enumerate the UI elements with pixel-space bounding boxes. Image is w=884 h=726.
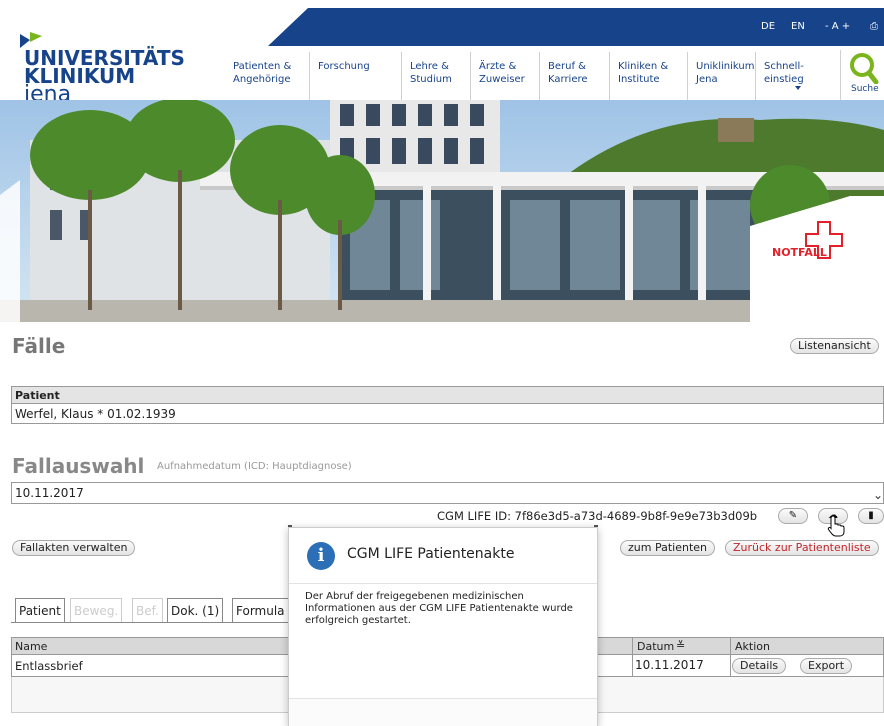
nav-label: Institute: [618, 74, 660, 85]
dialog-footer: [289, 698, 597, 726]
tab-divider: [11, 622, 291, 623]
details-button[interactable]: Details: [732, 658, 787, 674]
nav-uniklinikum[interactable]: Uniklinikum Jena: [687, 52, 755, 100]
info-icon: i: [307, 542, 335, 570]
chevron-down-icon: [795, 86, 801, 90]
notfall-badge: [750, 196, 884, 322]
search-label: Suche: [851, 84, 879, 94]
lang-de-link[interactable]: DE: [761, 21, 775, 32]
column-divider: [730, 655, 731, 676]
nav-patienten[interactable]: Patienten & Angehörige: [225, 52, 309, 100]
hand-cursor-icon: [827, 515, 845, 537]
manage-case-files-button[interactable]: Fallakten verwalten: [12, 540, 136, 556]
nav-beruf[interactable]: Beruf & Karriere: [539, 52, 609, 100]
pencil-icon: ✎: [788, 510, 798, 521]
nav-label: Lehre &: [410, 61, 449, 72]
col-name[interactable]: Name: [15, 640, 47, 653]
emergency-link[interactable]: NOTFALL: [750, 196, 884, 322]
fall-section-subtitle: Aufnahmedatum (ICD: Hauptdiagnose): [157, 461, 352, 472]
page-title: Fälle: [12, 334, 66, 358]
nav-label: Forschung: [318, 61, 370, 72]
search-icon: [850, 53, 879, 84]
dialog-message: Der Abruf der freigegebenen medizinische…: [305, 591, 573, 626]
patient-value: Werfel, Klaus * 01.02.1939: [11, 404, 884, 424]
nav-aerzte[interactable]: Ärzte & Zuweiser: [470, 52, 539, 100]
cgm-life-notification-dialog[interactable]: i CGM LIFE Patientenakte Der Abruf der f…: [288, 527, 598, 726]
tab-befunde: Bef.: [132, 598, 163, 623]
trash-icon: ▮: [868, 510, 874, 521]
tab-formulare[interactable]: Formula: [232, 598, 289, 623]
column-divider: [632, 655, 633, 676]
sort-desc-icon[interactable]: ≚: [676, 639, 685, 652]
nav-forschung[interactable]: Forschung: [309, 52, 401, 100]
column-divider: [730, 638, 731, 654]
notfall-label: NOTFALL: [772, 246, 827, 259]
nav-label: einstieg: [764, 74, 804, 85]
row-date: 10.11.2017: [635, 658, 704, 672]
nav-label: Jena: [696, 74, 718, 85]
row-name: Entlassbrief: [15, 659, 83, 673]
hero-image: NOTFALL: [0, 100, 884, 322]
nav-label: Ärzte &: [479, 61, 517, 72]
tab-bewegung: Beweg.: [70, 598, 123, 623]
chevron-down-icon[interactable]: ⌄: [873, 488, 883, 502]
fall-section-title: Fallauswahl: [12, 454, 145, 478]
nav-kliniken[interactable]: Kliniken & Institute: [609, 52, 687, 100]
fall-select[interactable]: 10.11.2017: [11, 482, 884, 504]
nav-lehre[interactable]: Lehre & Studium: [401, 52, 470, 100]
delete-button[interactable]: ▮: [858, 508, 884, 524]
cgm-life-id: CGM LIFE ID: 7f86e3d5-a73d-4689-9b8f-9e9…: [437, 509, 758, 523]
nav-label: Angehörige: [233, 74, 291, 85]
print-icon[interactable]: ⎙: [870, 21, 878, 32]
dialog-title: CGM LIFE Patientenakte: [347, 546, 515, 562]
column-divider: [632, 638, 633, 654]
nav-label: Kliniken &: [618, 61, 669, 72]
top-bar: DE EN - A + ⎙: [268, 8, 884, 46]
export-button[interactable]: Export: [800, 658, 853, 674]
nav-label: Zuweiser: [479, 74, 525, 85]
search-button[interactable]: Suche: [840, 50, 884, 100]
list-view-button[interactable]: Listenansicht: [790, 338, 879, 354]
site-header: DE EN - A + ⎙ UNIVERSITÄTS KLINIKUM jena…: [0, 0, 884, 106]
dialog-divider: [289, 583, 597, 584]
lang-en-link[interactable]: EN: [791, 21, 805, 32]
nav-label: Schnell-: [764, 61, 804, 72]
nav-schnelleinstieg[interactable]: Schnell- einstieg: [755, 52, 840, 100]
tab-dokumente[interactable]: Dok. (1): [167, 598, 224, 623]
back-to-patient-list-button[interactable]: Zurück zur Patientenliste: [725, 540, 879, 556]
to-patient-button[interactable]: zum Patienten: [620, 540, 715, 556]
nav-label: Karriere: [548, 74, 588, 85]
tab-patient[interactable]: Patient: [15, 598, 65, 623]
col-date[interactable]: Datum: [637, 640, 674, 653]
patient-header: Patient: [11, 386, 884, 404]
uk-jena-logo[interactable]: UNIVERSITÄTS KLINIKUM jena: [20, 32, 200, 107]
nav-label: Patienten &: [233, 61, 292, 72]
font-size-control[interactable]: - A +: [825, 21, 850, 32]
nav-label: Beruf &: [548, 61, 586, 72]
nav-label: Studium: [410, 74, 452, 85]
col-action: Aktion: [735, 640, 770, 653]
edit-button[interactable]: ✎: [778, 508, 808, 524]
nav-label: Uniklinikum: [696, 61, 755, 72]
